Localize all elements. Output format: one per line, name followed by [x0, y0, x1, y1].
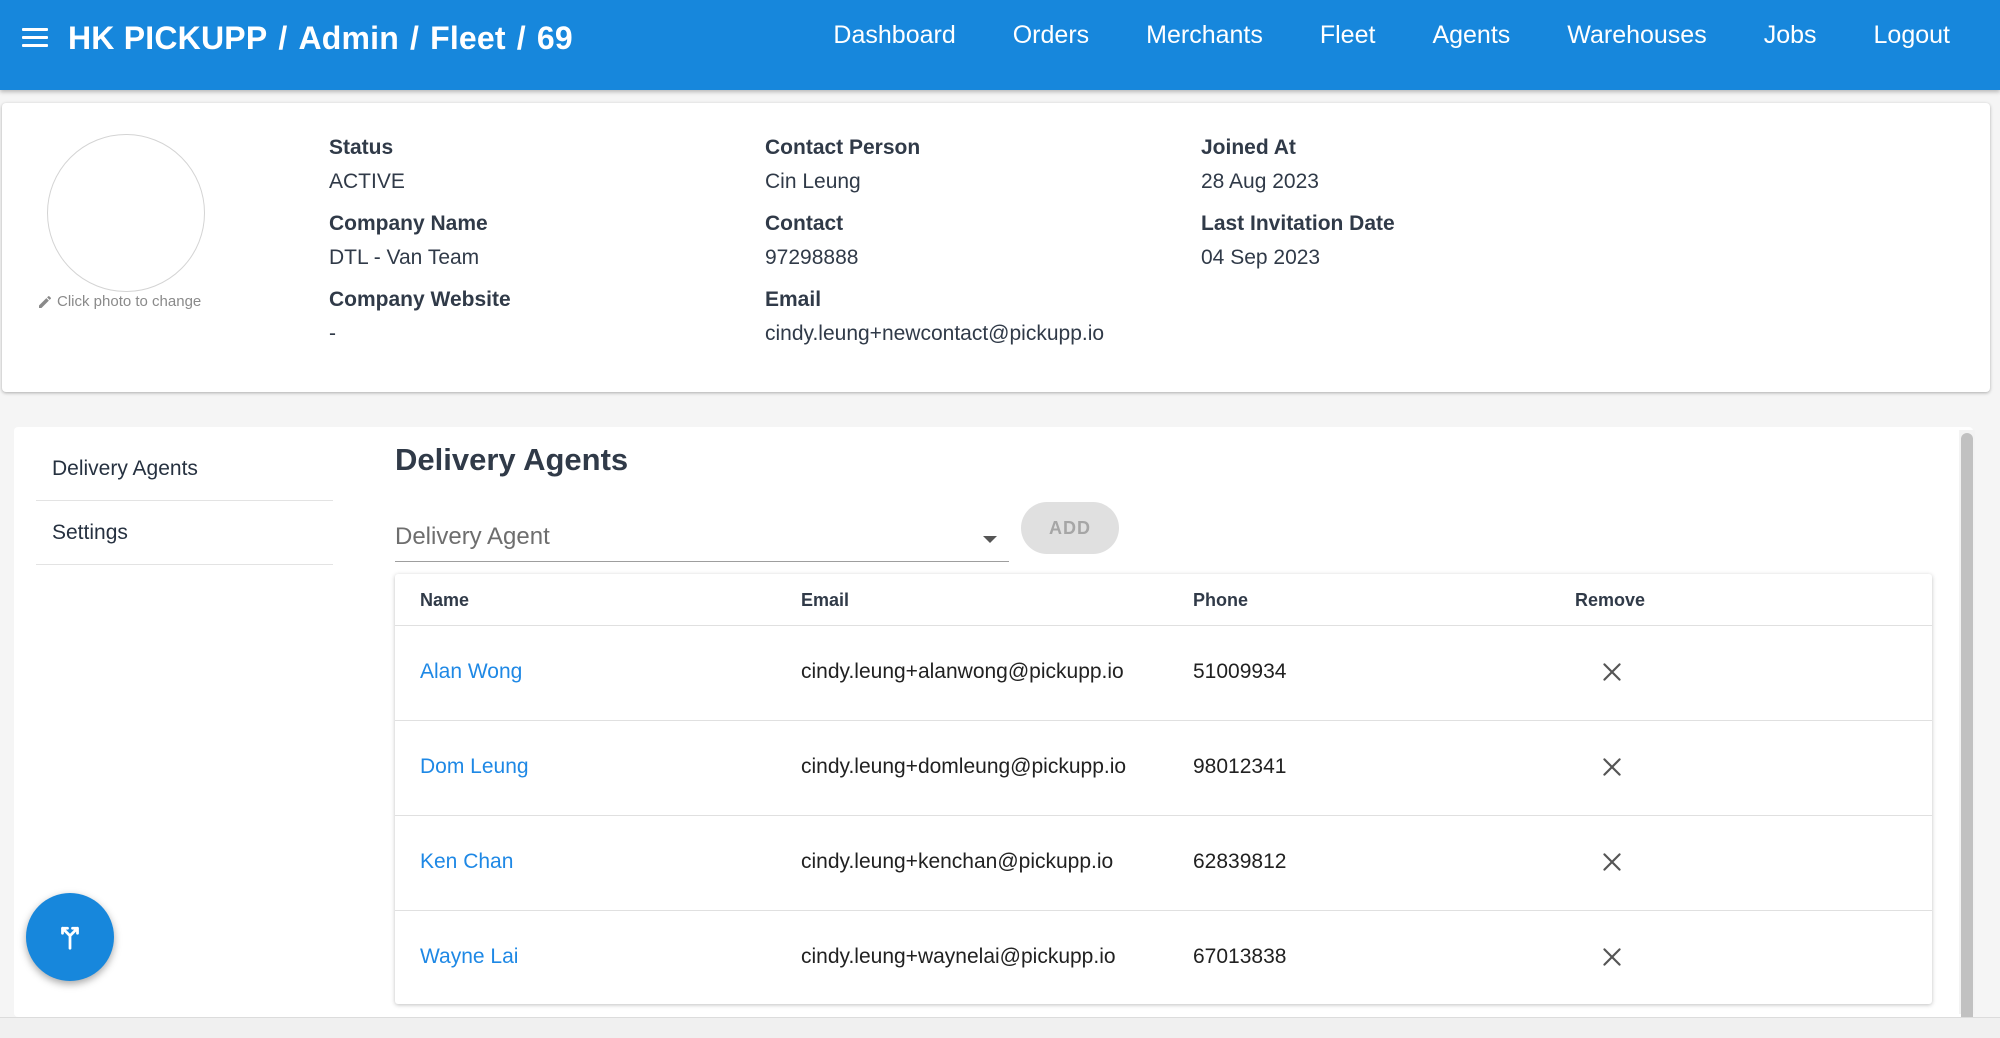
- breadcrumb-separator: /: [278, 20, 288, 56]
- breadcrumb-item: 69: [536, 20, 573, 56]
- delivery-agent-placeholder: Delivery Agent: [395, 523, 550, 550]
- column-header-phone: Phone: [1193, 590, 1249, 610]
- merge-icon: [61, 926, 79, 950]
- last-invitation-label: Last Invitation Date: [1201, 212, 1395, 235]
- nav-logout[interactable]: Logout: [1874, 21, 1950, 50]
- sidebar-item-settings[interactable]: Settings: [36, 501, 333, 565]
- chevron-down-icon: [983, 536, 997, 543]
- company-name-label: Company Name: [329, 212, 488, 235]
- column-header-name: Name: [420, 590, 470, 610]
- email-value: cindy.leung+newcontact@pickupp.io: [765, 322, 1105, 345]
- delivery-agent-select[interactable]: Delivery Agent: [395, 517, 1009, 562]
- table-row: Ken Chan cindy.leung+kenchan@pickupp.io …: [395, 816, 1932, 911]
- status-field: Status ACTIVE: [329, 136, 405, 194]
- bottom-scrollbar: [0, 1017, 2000, 1038]
- joined-at-label: Joined At: [1201, 136, 1296, 159]
- contact-person-field: Contact Person Cin Leung: [765, 136, 920, 194]
- menu-icon[interactable]: [22, 28, 50, 52]
- last-invitation-value: 04 Sep 2023: [1201, 246, 1321, 269]
- nav-jobs[interactable]: Jobs: [1764, 21, 1817, 50]
- photo-hint: Click photo to change: [37, 293, 201, 310]
- nav-dashboard[interactable]: Dashboard: [833, 21, 955, 50]
- joined-at-field: Joined At 28 Aug 2023: [1201, 136, 1319, 194]
- agent-name-link[interactable]: Ken Chan: [420, 850, 513, 874]
- agent-name-link[interactable]: Dom Leung: [420, 755, 529, 779]
- section-title: Delivery Agents: [395, 442, 629, 477]
- last-invitation-field: Last Invitation Date 04 Sep 2023: [1201, 212, 1395, 270]
- contact-value: 97298888: [765, 246, 859, 269]
- breadcrumb-separator: /: [516, 20, 526, 56]
- joined-at-value: 28 Aug 2023: [1201, 170, 1319, 193]
- nav-merchants[interactable]: Merchants: [1146, 21, 1263, 50]
- fleet-info-card: Click photo to change Status ACTIVE Comp…: [2, 103, 1990, 392]
- breadcrumb-item[interactable]: HK PICKUPP: [68, 20, 267, 56]
- close-icon[interactable]: [1599, 944, 1625, 970]
- pencil-icon: [39, 295, 52, 308]
- company-name-field: Company Name DTL - Van Team: [329, 212, 488, 270]
- contact-label: Contact: [765, 212, 844, 235]
- agents-table: Name Email Phone Remove Alan Wong cindy.…: [395, 574, 1932, 1004]
- scrollbar-thumb[interactable]: [1961, 433, 1973, 1023]
- company-name-value: DTL - Van Team: [329, 246, 480, 269]
- avatar[interactable]: [47, 134, 205, 292]
- contact-field: Contact 97298888: [765, 212, 858, 270]
- close-icon[interactable]: [1599, 754, 1625, 780]
- agent-email: cindy.leung+alanwong@pickupp.io: [801, 660, 1124, 683]
- close-icon[interactable]: [1599, 849, 1625, 875]
- column-header-email: Email: [801, 590, 850, 610]
- contact-person-value: Cin Leung: [765, 170, 861, 193]
- breadcrumb: HK PICKUPP / Admin / Fleet / 69: [68, 20, 573, 57]
- floating-action-button[interactable]: [26, 893, 114, 981]
- company-website-field: Company Website -: [329, 288, 511, 346]
- agent-name-link[interactable]: Alan Wong: [420, 660, 522, 684]
- agent-phone: 62839812: [1193, 850, 1287, 873]
- main-nav: Dashboard Orders Merchants Fleet Agents …: [776, 21, 1950, 50]
- agents-panel: Delivery Agents Settings Delivery Agents…: [14, 427, 1973, 1017]
- photo-hint-text: Click photo to change: [57, 293, 202, 310]
- breadcrumb-item[interactable]: Fleet: [430, 20, 506, 56]
- status-label: Status: [329, 136, 394, 159]
- nav-warehouses[interactable]: Warehouses: [1567, 21, 1706, 50]
- company-website-value: -: [329, 322, 336, 345]
- email-label: Email: [765, 288, 822, 311]
- agent-email: cindy.leung+domleung@pickupp.io: [801, 755, 1127, 778]
- company-website-label: Company Website: [329, 288, 511, 311]
- table-row: Alan Wong cindy.leung+alanwong@pickupp.i…: [395, 626, 1932, 721]
- agent-name-link[interactable]: Wayne Lai: [420, 945, 518, 969]
- breadcrumb-item[interactable]: Admin: [298, 20, 399, 56]
- agent-email: cindy.leung+kenchan@pickupp.io: [801, 850, 1114, 873]
- nav-fleet[interactable]: Fleet: [1320, 21, 1376, 50]
- agent-phone: 67013838: [1193, 945, 1287, 968]
- agent-email: cindy.leung+waynelai@pickupp.io: [801, 945, 1116, 968]
- agent-phone: 51009934: [1193, 660, 1287, 683]
- nav-agents[interactable]: Agents: [1432, 21, 1510, 50]
- table-row: Wayne Lai cindy.leung+waynelai@pickupp.i…: [395, 911, 1932, 1006]
- close-icon[interactable]: [1599, 659, 1625, 685]
- breadcrumb-separator: /: [410, 20, 420, 56]
- column-header-remove: Remove: [1575, 590, 1646, 610]
- status-value: ACTIVE: [329, 170, 405, 193]
- section-nav: Delivery Agents Settings: [36, 437, 333, 565]
- table-row: Dom Leung cindy.leung+domleung@pickupp.i…: [395, 721, 1932, 816]
- contact-person-label: Contact Person: [765, 136, 921, 159]
- add-button[interactable]: ADD: [1021, 502, 1119, 554]
- agent-phone: 98012341: [1193, 755, 1287, 778]
- email-field: Email cindy.leung+newcontact@pickupp.io: [765, 288, 1104, 346]
- table-header: Name Email Phone Remove: [395, 574, 1932, 626]
- top-app-bar: HK PICKUPP / Admin / Fleet / 69 Dashboard Orde…: [0, 0, 2000, 90]
- nav-orders[interactable]: Orders: [1013, 21, 1089, 50]
- sidebar-item-delivery-agents[interactable]: Delivery Agents: [36, 437, 333, 501]
